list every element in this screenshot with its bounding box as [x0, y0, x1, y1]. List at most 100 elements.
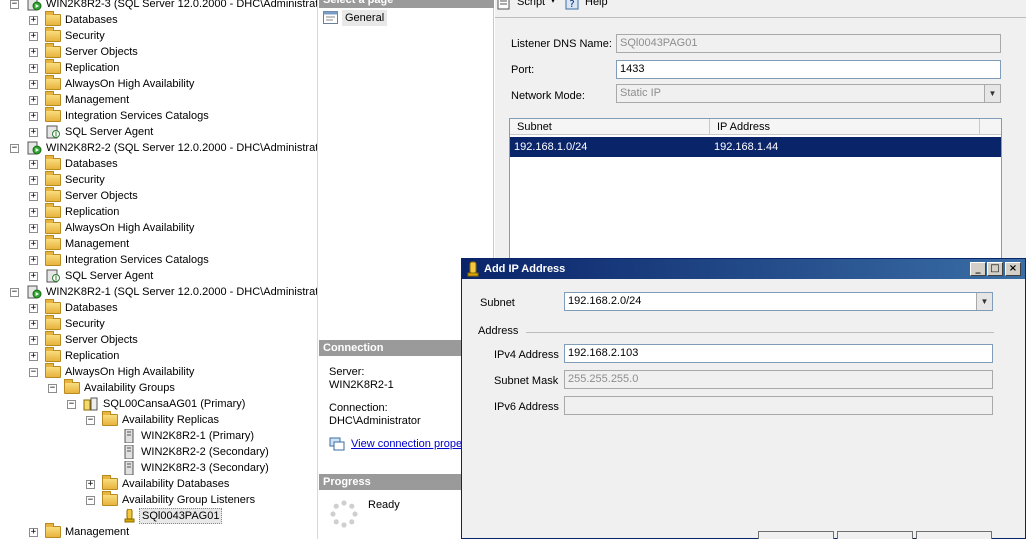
tree-node[interactable]: + Databases	[0, 155, 317, 172]
tree-node[interactable]: − Availability Group Listeners	[0, 491, 317, 508]
expand-icon[interactable]: +	[29, 96, 38, 105]
connection-label: Connection:	[329, 402, 388, 414]
expand-icon[interactable]: +	[29, 48, 38, 57]
dialog-title-bar[interactable]: Add IP Address _ □ ×	[462, 259, 1025, 279]
expand-icon[interactable]: +	[29, 32, 38, 41]
folder-icon	[102, 491, 118, 507]
tree-node-label: Replication	[65, 350, 120, 362]
collapse-icon[interactable]: −	[86, 496, 95, 505]
dialog-button-2[interactable]	[837, 531, 913, 539]
folder-icon	[45, 43, 61, 59]
expand-icon[interactable]: +	[29, 352, 38, 361]
expand-icon[interactable]: +	[29, 176, 38, 185]
tree-node[interactable]: + Server Objects	[0, 187, 317, 204]
expand-icon[interactable]: +	[29, 112, 38, 121]
help-icon: ?	[565, 0, 579, 10]
help-label: Help	[585, 0, 608, 8]
tree-node[interactable]: − Availability Groups	[0, 379, 317, 396]
grid-column-subnet[interactable]: Subnet	[510, 119, 710, 135]
tree-node[interactable]: − SQL00CansaAG01 (Primary)	[0, 396, 317, 412]
tree-node[interactable]: − Availability Replicas	[0, 411, 317, 428]
view-connection-icon	[329, 437, 345, 451]
expand-icon[interactable]: +	[29, 256, 38, 265]
expand-icon[interactable]: +	[29, 528, 38, 537]
tree-node[interactable]: + Databases	[0, 11, 317, 28]
subnet-select[interactable]: 192.168.2.0/24 ▼	[564, 292, 993, 311]
expand-icon[interactable]: +	[29, 336, 38, 345]
tree-node[interactable]: + Replication	[0, 203, 317, 220]
replica-icon	[121, 428, 137, 444]
collapse-icon[interactable]: −	[10, 0, 19, 9]
expand-icon[interactable]: +	[86, 480, 95, 489]
toolbar-dropdown-icon[interactable]: ▾	[551, 0, 555, 5]
expand-icon[interactable]: +	[29, 128, 38, 137]
tree-node[interactable]: + Security	[0, 315, 317, 332]
script-icon	[497, 0, 511, 10]
tree-node[interactable]: WIN2K8R2-3 (Secondary)	[0, 460, 317, 476]
tree-node-label: WIN2K8R2-1 (SQL Server 12.0.2000 - DHC\A…	[46, 286, 318, 298]
tree-node[interactable]: + Integration Services Catalogs	[0, 107, 317, 124]
collapse-icon[interactable]: −	[10, 144, 19, 153]
grid-column-ip-address[interactable]: IP Address	[710, 119, 980, 135]
expand-icon[interactable]: +	[29, 64, 38, 73]
grid-row[interactable]: 192.168.1.0/24 192.168.1.44	[510, 137, 1001, 157]
expand-icon[interactable]: +	[29, 240, 38, 249]
dialog-button-3[interactable]	[916, 531, 992, 539]
port-field[interactable]: 1433	[616, 60, 1001, 79]
view-connection-link[interactable]: View connection prope	[351, 438, 462, 450]
dns-field: SQl0043PAG01	[616, 34, 1001, 53]
expand-icon[interactable]: +	[29, 160, 38, 169]
tree-node[interactable]: + Server Objects	[0, 43, 317, 60]
expand-icon[interactable]: +	[29, 320, 38, 329]
tree-node[interactable]: + Security	[0, 27, 317, 44]
expand-icon[interactable]: +	[29, 208, 38, 217]
minimize-icon[interactable]: _	[970, 262, 986, 276]
expand-icon[interactable]: +	[29, 192, 38, 201]
expand-icon[interactable]: +	[29, 304, 38, 313]
tree-node-label: Integration Services Catalogs	[65, 254, 209, 266]
collapse-icon[interactable]: −	[67, 400, 76, 409]
expand-icon[interactable]: +	[29, 80, 38, 89]
tree-node[interactable]: + Replication	[0, 59, 317, 76]
tree-node[interactable]: + Availability Databases	[0, 475, 317, 492]
tree-node[interactable]: WIN2K8R2-1 (Primary)	[0, 428, 317, 444]
tree-node[interactable]: + SQL Server Agent	[0, 124, 317, 140]
tree-node[interactable]: + SQL Server Agent	[0, 268, 317, 284]
tree-node[interactable]: + Management	[0, 523, 317, 539]
tree-node[interactable]: + AlwaysOn High Availability	[0, 75, 317, 92]
ipv4-field[interactable]: 192.168.2.103	[564, 344, 993, 363]
tree-node[interactable]: − WIN2K8R2-1 (SQL Server 12.0.2000 - DHC\…	[0, 284, 317, 300]
collapse-icon[interactable]: −	[29, 368, 38, 377]
tree-node[interactable]: + AlwaysOn High Availability	[0, 219, 317, 236]
close-icon[interactable]: ×	[1005, 262, 1021, 276]
collapse-icon[interactable]: −	[86, 416, 95, 425]
tree-node[interactable]: + Integration Services Catalogs	[0, 251, 317, 268]
dialog-app-icon	[467, 261, 479, 277]
tree-node[interactable]: − WIN2K8R2-2 (SQL Server 12.0.2000 - DHC\…	[0, 140, 317, 156]
tree-node[interactable]: WIN2K8R2-2 (Secondary)	[0, 444, 317, 460]
object-explorer-tree[interactable]: − WIN2K8R2-3 (SQL Server 12.0.2000 - DHC\…	[0, 0, 318, 539]
collapse-icon[interactable]: −	[10, 288, 19, 297]
tree-node-label: SQL Server Agent	[65, 126, 154, 138]
tree-node[interactable]: + Replication	[0, 347, 317, 364]
tree-node-label: WIN2K8R2-2 (Secondary)	[141, 446, 269, 458]
tree-node[interactable]: + Management	[0, 91, 317, 108]
expand-icon[interactable]: +	[29, 16, 38, 25]
dialog-button-1[interactable]	[758, 531, 834, 539]
expand-icon[interactable]: +	[29, 224, 38, 233]
expand-icon[interactable]: +	[29, 272, 38, 281]
tree-node[interactable]: + Security	[0, 171, 317, 188]
maximize-icon[interactable]: □	[987, 262, 1003, 276]
tree-node-label: Availability Databases	[122, 478, 230, 490]
tree-node[interactable]: + Databases	[0, 299, 317, 316]
tree-node-label: Server Objects	[65, 46, 138, 58]
tree-node[interactable]: SQl0043PAG01	[0, 508, 317, 524]
chevron-down-icon[interactable]: ▼	[976, 293, 992, 310]
tree-node[interactable]: + Management	[0, 235, 317, 252]
tree-node-label: WIN2K8R2-3 (Secondary)	[141, 462, 269, 474]
chevron-down-icon: ▼	[984, 85, 1000, 102]
tree-node[interactable]: − AlwaysOn High Availability	[0, 363, 317, 380]
collapse-icon[interactable]: −	[48, 384, 57, 393]
tree-node[interactable]: + Server Objects	[0, 331, 317, 348]
subnet-grid[interactable]: Subnet IP Address 192.168.1.0/24 192.168…	[509, 118, 1002, 268]
